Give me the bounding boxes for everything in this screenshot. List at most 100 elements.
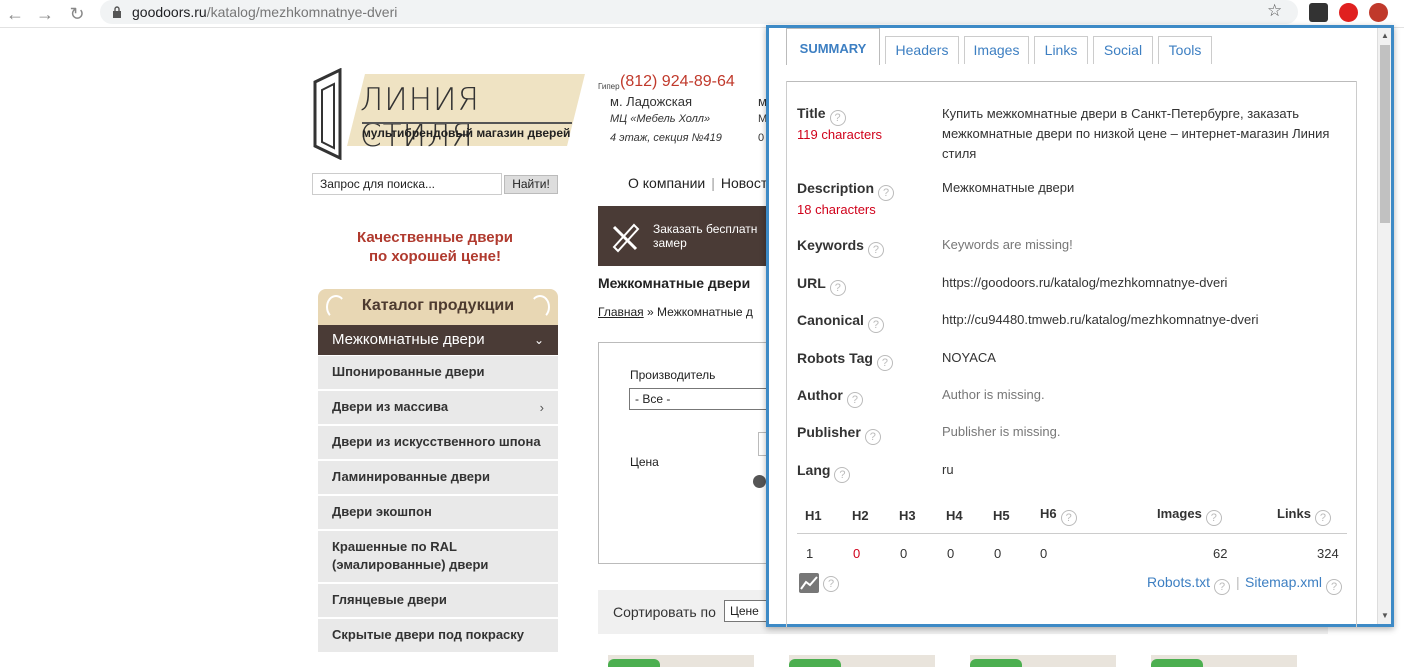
help-icon[interactable]: ? [823, 576, 839, 592]
author-value: Author is missing. [942, 387, 1045, 402]
price-label: Цена [630, 455, 659, 469]
phone-number[interactable]: (812) 924-89-64 [620, 73, 735, 91]
help-icon[interactable]: ? [1205, 510, 1222, 526]
catalog-item[interactable]: Ламинированные двери [318, 461, 558, 496]
tab-images[interactable]: Images [964, 36, 1029, 64]
tab-summary[interactable]: SUMMARY [786, 28, 880, 65]
brand-name: ЛИНИЯ СТИЛЯ [360, 82, 480, 154]
publisher-label: Publisher? [797, 424, 881, 445]
scroll-up-icon[interactable]: ▲ [1380, 31, 1390, 41]
chevron-right-icon: › [539, 400, 544, 415]
sort-select[interactable]: Цене [724, 600, 768, 622]
address2-floor: 0 [758, 132, 765, 144]
product-thumb[interactable] [1151, 655, 1297, 667]
adblock-extension-icon[interactable] [1339, 3, 1358, 22]
h1-count: 1 [806, 546, 814, 561]
reload-icon[interactable]: ↻ [66, 3, 88, 25]
lang-label: Lang? [797, 462, 851, 483]
catalog-item[interactable]: Глянцевые двери [318, 584, 558, 619]
help-icon[interactable]: ? [834, 467, 851, 483]
publisher-value: Publisher is missing. [942, 424, 1061, 439]
ornament-right-icon [530, 295, 550, 319]
address-metro: м. Ладожская [610, 94, 693, 109]
description-label: Description? [797, 180, 895, 201]
sitemap-xml-link[interactable]: Sitemap.xml? [1245, 574, 1343, 595]
sort-label: Сортировать по [613, 604, 716, 620]
description-char-count: 18 characters [797, 202, 876, 217]
links-header: Links? [1277, 506, 1331, 526]
product-thumb[interactable] [970, 655, 1116, 667]
catalog-item[interactable]: Двери из искусственного шпона [318, 426, 558, 461]
menu-item-news[interactable]: Новост [721, 175, 767, 191]
scroll-down-icon[interactable]: ▼ [1380, 611, 1390, 621]
robots-tag-value: NOYACA [942, 350, 996, 365]
catalog-item[interactable]: Скрытые двери под покраску [318, 619, 558, 654]
menu-item-about[interactable]: О компании [628, 175, 705, 191]
help-icon[interactable]: ? [1214, 579, 1231, 595]
site-logo[interactable]: ЛИНИЯ СТИЛЯ мультибрендовый магазин двер… [312, 68, 585, 160]
robots-tag-label: Robots Tag? [797, 350, 893, 371]
h2-header: H2 [852, 508, 869, 523]
h6-count: 0 [1040, 546, 1048, 561]
popup-scrollbar[interactable]: ▲ ▼ [1377, 28, 1391, 624]
price-slider-handle[interactable] [753, 475, 766, 488]
h1-header: H1 [805, 508, 822, 523]
help-icon[interactable]: ? [876, 355, 893, 371]
forward-arrow-icon[interactable]: → [34, 3, 56, 25]
order-measure-banner[interactable]: Заказать бесплатн замер [598, 206, 768, 266]
brand-tagline: мультибрендовый магазин дверей [362, 126, 571, 140]
lang-value: ru [942, 462, 954, 477]
browser-toolbar: ← → ↻ goodoors.ru/katalog/mezhkomnatnye-… [0, 0, 1404, 28]
url-domain: goodoors.ru [132, 4, 207, 20]
phone-label: Гипер [598, 82, 620, 91]
back-arrow-icon[interactable]: ← [4, 3, 26, 25]
extension-icon[interactable] [1309, 3, 1328, 22]
chevron-down-icon: ⌄ [533, 333, 544, 347]
page-title: Межкомнатные двери [598, 275, 751, 291]
bookmark-star-icon[interactable]: ☆ [1267, 1, 1282, 21]
address-bar[interactable]: goodoors.ru/katalog/mezhkomnatnye-dveri [100, 0, 1298, 24]
help-icon[interactable]: ? [878, 185, 895, 201]
h4-count: 0 [947, 546, 955, 561]
help-icon[interactable]: ? [864, 429, 881, 445]
tab-tools[interactable]: Tools [1158, 36, 1212, 64]
keywords-value: Keywords are missing! [942, 237, 1073, 252]
catalog-item[interactable]: Двери из массива › [318, 391, 558, 426]
help-icon[interactable]: ? [867, 242, 884, 258]
url-value: https://goodoors.ru/katalog/mezhkomnatny… [942, 275, 1228, 290]
title-value: Купить межкомнатные двери в Санкт-Петерб… [942, 106, 1330, 161]
search-button[interactable]: Найти! [504, 175, 558, 194]
seo-extension-icon[interactable] [1369, 3, 1388, 22]
product-thumb[interactable] [608, 655, 754, 667]
h5-count: 0 [994, 546, 1002, 561]
ruler-pencil-icon [612, 223, 640, 253]
tab-links[interactable]: Links [1034, 36, 1088, 64]
top-menu: О компании | Новост [628, 175, 768, 191]
title-char-count: 119 characters [797, 127, 883, 142]
catalog-item[interactable]: Крашенные по RAL (эмалированные) двери [318, 531, 558, 584]
help-icon[interactable]: ? [829, 280, 846, 296]
help-icon[interactable]: ? [829, 110, 846, 126]
help-icon[interactable]: ? [846, 392, 863, 408]
catalog-item[interactable]: Двери экошпон [318, 496, 558, 531]
canonical-label: Canonical? [797, 312, 884, 333]
tab-headers[interactable]: Headers [885, 36, 959, 64]
help-icon[interactable]: ? [1326, 579, 1343, 595]
manufacturer-select[interactable]: - Все - [629, 388, 768, 410]
brand-divider [362, 122, 572, 124]
search-input[interactable]: Запрос для поиска... [312, 173, 502, 195]
catalog-item-active[interactable]: Межкомнатные двери ⌄ [318, 325, 558, 355]
robots-txt-link[interactable]: Robots.txt? [1147, 574, 1231, 595]
catalog-item[interactable]: Шпонированные двери [318, 356, 558, 391]
h6-header: H6? [1040, 506, 1077, 526]
chart-icon[interactable] [799, 573, 819, 593]
help-icon[interactable]: ? [1314, 510, 1331, 526]
product-thumb[interactable] [789, 655, 935, 667]
address-floor: 4 этаж, секция №419 [610, 132, 722, 144]
door-logo-icon [313, 68, 342, 160]
breadcrumb-home-link[interactable]: Главная [598, 305, 644, 319]
tab-social[interactable]: Social [1093, 36, 1153, 64]
help-icon[interactable]: ? [867, 317, 884, 333]
h4-header: H4 [946, 508, 963, 523]
help-icon[interactable]: ? [1060, 510, 1077, 526]
